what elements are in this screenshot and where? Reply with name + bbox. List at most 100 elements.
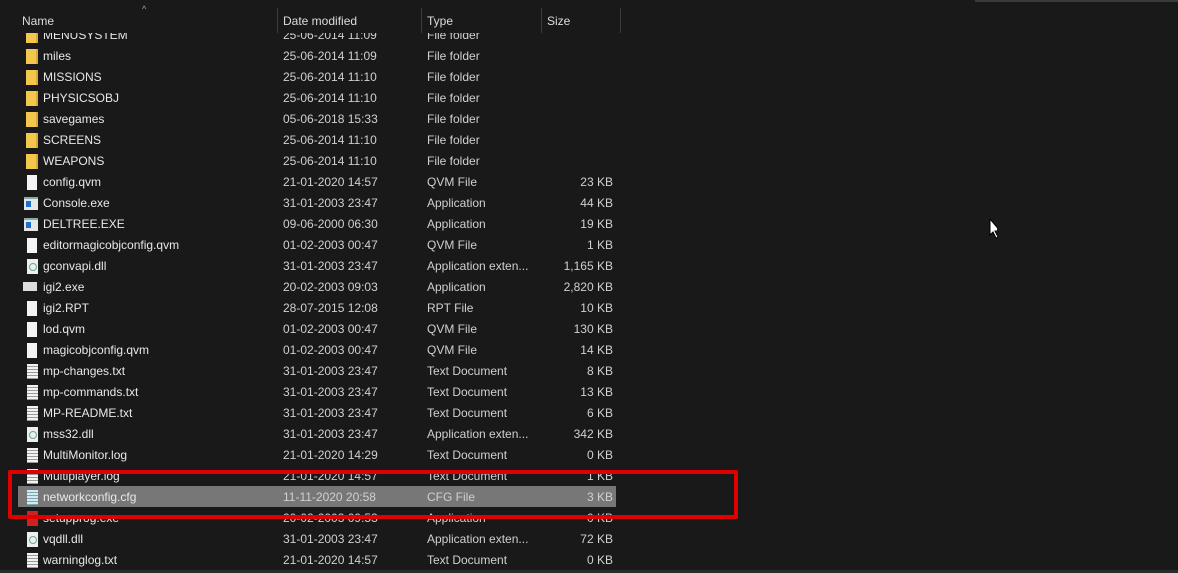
file-date: 31-01-2003 23:47 xyxy=(283,364,378,378)
file-size: 23 KB xyxy=(580,175,613,189)
file-row[interactable]: vqdll.dll 31-01-2003 23:47 Application ext… xyxy=(18,528,616,549)
file-date: 05-06-2018 15:33 xyxy=(283,112,378,126)
file-size: 6 KB xyxy=(586,406,613,420)
file-row[interactable]: Console.exe 31-01-2003 23:47 Application 44… xyxy=(18,192,616,213)
file-row[interactable]: MISSIONS 25-06-2014 11:10 File folder xyxy=(18,66,616,87)
file-row[interactable]: miles 25-06-2014 11:09 File folder xyxy=(18,45,616,66)
column-divider[interactable] xyxy=(541,8,542,33)
file-row[interactable]: magicobjconfig.qvm 01-02-2003 00:47 QVM Fi… xyxy=(18,339,616,360)
folder-icon xyxy=(26,133,38,148)
txt-icon xyxy=(27,448,38,463)
column-header: ^ Name Date modified Type Size xyxy=(0,4,1178,33)
column-divider[interactable] xyxy=(620,8,621,33)
file-date: 25-06-2014 11:10 xyxy=(283,133,377,147)
file-type: Application exten... xyxy=(427,427,529,441)
file-date: 31-01-2003 23:47 xyxy=(283,427,378,441)
column-type[interactable]: Type xyxy=(427,14,453,28)
column-name[interactable]: Name xyxy=(22,14,54,28)
file-date: 09-06-2000 06:30 xyxy=(283,217,378,231)
file-row[interactable]: lod.qvm 01-02-2003 00:47 QVM File 130 KB xyxy=(18,318,616,339)
file-type: QVM File xyxy=(427,238,478,252)
igi-icon xyxy=(23,282,37,291)
file-date: 21-01-2020 14:29 xyxy=(283,448,378,462)
file-size: 10 KB xyxy=(580,301,613,315)
file-size: 13 KB xyxy=(580,385,613,399)
file-size: 0 KB xyxy=(586,553,613,567)
file-row[interactable]: mss32.dll 31-01-2003 23:47 Application ext… xyxy=(18,423,616,444)
column-divider[interactable] xyxy=(421,8,422,33)
txt-icon xyxy=(27,553,38,568)
file-size: 14 KB xyxy=(580,343,613,357)
file-size: 130 KB xyxy=(573,322,613,336)
sort-ascending-icon: ^ xyxy=(142,4,147,14)
file-row[interactable]: DELTREE.EXE 09-06-2000 06:30 Application 19… xyxy=(18,213,616,234)
file-type: QVM File xyxy=(427,343,478,357)
file-date: 25-06-2014 11:10 xyxy=(283,91,377,105)
file-size: 1,165 KB xyxy=(563,259,613,273)
file-size: 8 KB xyxy=(586,364,613,378)
dll-icon xyxy=(27,259,38,274)
file-size: 342 KB xyxy=(573,427,613,441)
file-type: Text Document xyxy=(427,448,508,462)
file-icon xyxy=(27,175,37,190)
file-size: 1 KB xyxy=(586,238,613,252)
column-size[interactable]: Size xyxy=(547,14,570,28)
file-row[interactable]: gconvapi.dll 31-01-2003 23:47 Application … xyxy=(18,255,616,276)
file-type: Text Document xyxy=(427,553,508,567)
file-name: lod.qvm xyxy=(43,322,86,336)
file-icon xyxy=(27,322,37,337)
file-name: Console.exe xyxy=(43,196,110,210)
file-row[interactable]: MultiMonitor.log 21-01-2020 14:29 Text Doc… xyxy=(18,444,616,465)
file-row[interactable]: igi2.exe 20-02-2003 09:03 Application 2,820… xyxy=(18,276,616,297)
file-row[interactable]: WEAPONS 25-06-2014 11:10 File folder xyxy=(18,150,616,171)
file-date: 25-06-2014 11:10 xyxy=(283,154,377,168)
file-type: File folder xyxy=(427,133,480,147)
file-row[interactable]: mp-changes.txt 31-01-2003 23:47 Text Docum… xyxy=(18,360,616,381)
file-date: 31-01-2003 23:47 xyxy=(283,385,378,399)
file-date: 21-01-2020 14:57 xyxy=(283,175,378,189)
folder-icon xyxy=(26,49,38,64)
file-type: RPT File xyxy=(427,301,474,315)
file-name: vqdll.dll xyxy=(43,532,84,546)
txt-icon xyxy=(27,385,38,400)
file-size: 72 KB xyxy=(580,532,613,546)
file-row[interactable]: mp-commands.txt 31-01-2003 23:47 Text Docu… xyxy=(18,381,616,402)
file-name: igi2.RPT xyxy=(43,301,90,315)
file-type: Text Document xyxy=(427,364,508,378)
file-row[interactable]: MP-README.txt 31-01-2003 23:47 Text Docume… xyxy=(18,402,616,423)
highlight-box xyxy=(8,470,738,519)
txt-icon xyxy=(27,364,38,379)
file-type: QVM File xyxy=(427,175,478,189)
folder-icon xyxy=(26,112,38,127)
file-type: File folder xyxy=(427,70,480,84)
file-name: PHYSICSOBJ xyxy=(43,91,120,105)
file-name: editormagicobjconfig.qvm xyxy=(43,238,180,252)
file-type: Application xyxy=(427,217,486,231)
top-divider xyxy=(975,0,1178,2)
file-type: Application xyxy=(427,280,486,294)
file-date: 31-01-2003 23:47 xyxy=(283,406,378,420)
file-size: 44 KB xyxy=(580,196,613,210)
file-row[interactable]: igi2.RPT 28-07-2015 12:08 RPT File 10 KB xyxy=(18,297,616,318)
file-row[interactable]: SCREENS 25-06-2014 11:10 File folder xyxy=(18,129,616,150)
file-name: mp-changes.txt xyxy=(43,364,126,378)
app-icon xyxy=(24,197,38,210)
file-date: 31-01-2003 23:47 xyxy=(283,196,378,210)
file-type: File folder xyxy=(427,112,480,126)
file-name: miles xyxy=(43,49,72,63)
file-date: 01-02-2003 00:47 xyxy=(283,238,378,252)
file-date: 21-01-2020 14:57 xyxy=(283,553,378,567)
file-date: 31-01-2003 23:47 xyxy=(283,259,378,273)
file-row[interactable]: savegames 05-06-2018 15:33 File folder xyxy=(18,108,616,129)
file-date: 28-07-2015 12:08 xyxy=(283,301,378,315)
column-date-modified[interactable]: Date modified xyxy=(283,14,357,28)
file-row[interactable]: warninglog.txt 21-01-2020 14:57 Text Docum… xyxy=(18,549,616,570)
file-type: Application exten... xyxy=(427,532,529,546)
file-row[interactable]: PHYSICSOBJ 25-06-2014 11:10 File folder xyxy=(18,87,616,108)
folder-icon xyxy=(26,70,38,85)
file-row[interactable]: config.qvm 21-01-2020 14:57 QVM File 23 KB xyxy=(18,171,616,192)
file-row[interactable]: editormagicobjconfig.qvm 01-02-2003 00:47… xyxy=(18,234,616,255)
file-date: 31-01-2003 23:47 xyxy=(283,532,378,546)
column-divider[interactable] xyxy=(277,8,278,33)
file-icon xyxy=(27,343,37,358)
